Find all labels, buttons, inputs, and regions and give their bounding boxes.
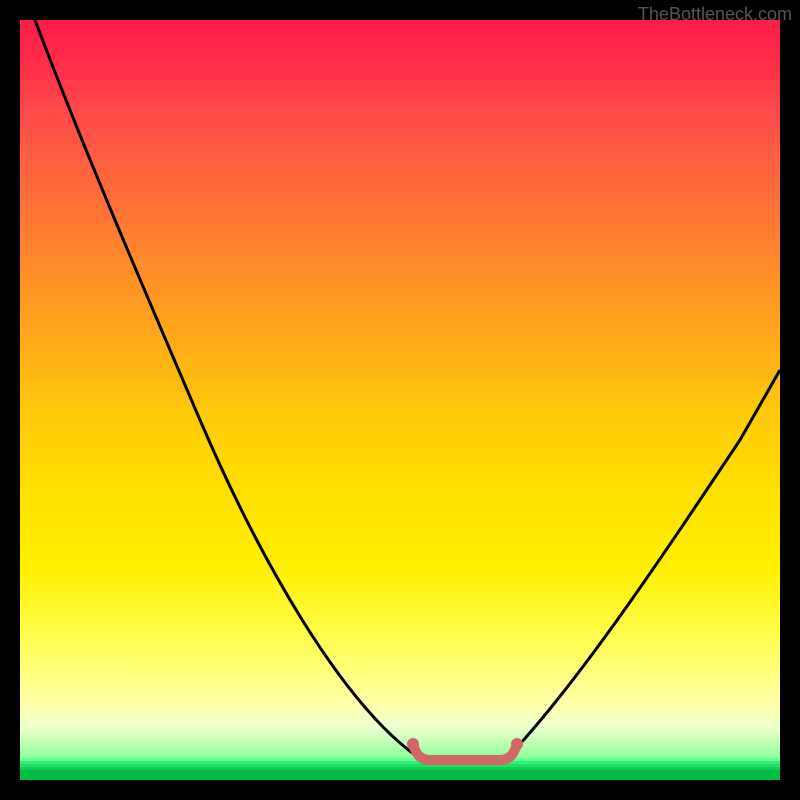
optimal-zone-marker <box>413 744 517 760</box>
optimal-marker-dot-right <box>511 738 523 750</box>
chart-plot-area <box>20 20 780 780</box>
watermark-text: TheBottleneck.com <box>638 4 792 25</box>
bottleneck-curve-path <box>35 20 780 760</box>
optimal-marker-dot-left <box>407 738 419 750</box>
chart-curve-svg <box>20 20 780 780</box>
